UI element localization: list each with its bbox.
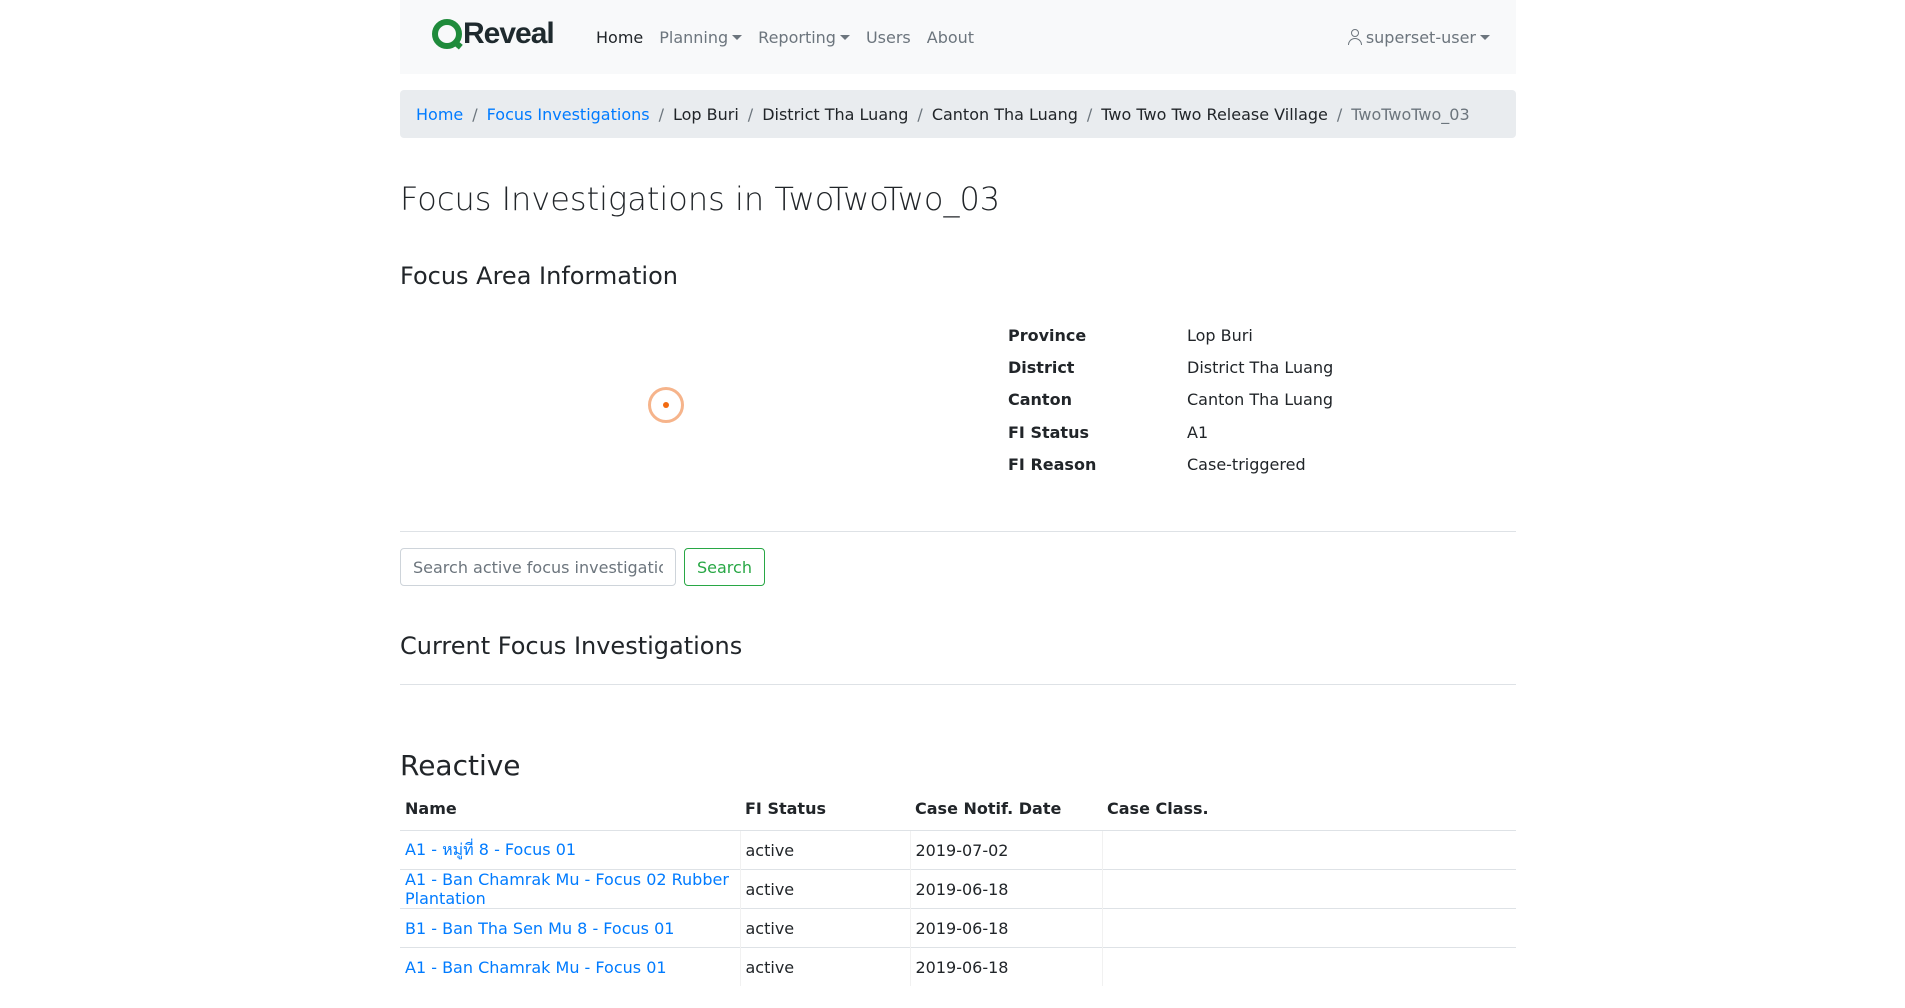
column-header-case-notif-date[interactable]: Case Notif. Date [910, 798, 1102, 831]
breadcrumb-province: Lop Buri [672, 104, 739, 124]
cell-date: 2019-06-18 [909, 947, 1102, 987]
cell-name: A1 - หมู่ที่ 8 - Focus 01 [400, 830, 740, 870]
top-navbar: Reveal Home Planning Reporting Users Abo… [400, 0, 1516, 74]
column-header-fi-status[interactable]: FI Status [740, 798, 910, 831]
cell-name: B1 - Ban Tha Sen Mu 8 - Focus 01 [400, 908, 740, 948]
nav-home[interactable]: Home [596, 28, 643, 47]
user-name: superset-user [1365, 27, 1476, 47]
nav-about-label: About [926, 27, 975, 47]
breadcrumb-separator: / [472, 104, 478, 124]
breadcrumb-separator: / [1086, 104, 1093, 124]
breadcrumb-separator: / [747, 104, 754, 124]
cell-status: active [739, 908, 910, 948]
cell-case-class [1101, 908, 1516, 948]
info-label: Canton [1008, 390, 1072, 410]
breadcrumb-separator: / [917, 104, 923, 124]
current-fi-title: Current Focus Investigations [400, 632, 1516, 686]
nav-home-label: Home [596, 27, 644, 47]
caret-down-icon [1480, 34, 1490, 40]
breadcrumb-canton: Canton Tha Luang [931, 104, 1078, 124]
info-label: District [1008, 358, 1075, 378]
brand-name: Reveal [463, 17, 555, 50]
table-header-row: Name FI Status Case Notif. Date Case Cla… [400, 798, 1516, 831]
column-header-case-class[interactable]: Case Class. [1102, 798, 1516, 831]
fi-link[interactable]: A1 - Ban Chamrak Mu - Focus 02 Rubber Pl… [405, 870, 729, 908]
nav-links: Home Planning Reporting Users About [596, 0, 990, 74]
fi-link[interactable]: A1 - หมู่ที่ 8 - Focus 01 [405, 840, 576, 859]
fi-link[interactable]: A1 - Ban Chamrak Mu - Focus 01 [405, 958, 667, 977]
brand-logo[interactable]: Reveal [432, 16, 555, 52]
column-header-name[interactable]: Name [400, 798, 740, 831]
table-row: B1 - Ban Tha Sen Mu 8 - Focus 01 active … [400, 908, 1516, 948]
cell-status: active [739, 869, 910, 909]
reactive-table: Name FI Status Case Notif. Date Case Cla… [400, 798, 1516, 987]
breadcrumb-separator: / [1336, 104, 1343, 124]
info-row-canton: Canton Canton Tha Luang [1008, 384, 1333, 416]
cell-status: active [739, 947, 910, 987]
focus-area-title: Focus Area Information [400, 262, 678, 291]
logo-q-icon [432, 19, 462, 49]
info-label: Province [1008, 325, 1087, 345]
breadcrumb-focus-investigations[interactable]: Focus Investigations [487, 105, 650, 124]
info-value: Lop Buri [1187, 325, 1253, 345]
search-form: Search [400, 548, 1516, 587]
cell-status: active [739, 830, 910, 870]
nav-planning-dropdown[interactable]: Planning [659, 27, 743, 47]
page-title: Focus Investigations in TwoTwoTwo_03 [400, 180, 1001, 218]
user-icon [1347, 29, 1362, 45]
table-row: A1 - หมู่ที่ 8 - Focus 01 active 2019-07… [400, 830, 1516, 870]
nav-about[interactable]: About [927, 28, 974, 47]
cell-date: 2019-06-18 [909, 908, 1102, 948]
breadcrumb: Home / Focus Investigations / Lop Buri /… [400, 90, 1516, 138]
breadcrumb-separator: / [658, 104, 664, 124]
cell-case-class [1101, 830, 1516, 870]
info-value: Case-triggered [1187, 455, 1306, 475]
info-value: A1 [1187, 422, 1209, 442]
cell-case-class [1101, 947, 1516, 987]
table-row: A1 - Ban Chamrak Mu - Focus 01 active 20… [400, 947, 1516, 987]
user-menu-dropdown[interactable]: superset-user [1347, 0, 1490, 74]
focus-area-info: Province Lop Buri District District Tha … [400, 291, 1516, 533]
nav-reporting-label: Reporting [758, 27, 836, 47]
cell-date: 2019-06-18 [909, 869, 1102, 909]
cell-date: 2019-07-02 [909, 830, 1102, 870]
cell-name: A1 - Ban Chamrak Mu - Focus 01 [400, 947, 740, 987]
focus-area-details: Province Lop Buri District District Tha … [1008, 319, 1333, 480]
breadcrumb-current: TwoTwoTwo_03 [1351, 104, 1470, 124]
nav-users[interactable]: Users [866, 28, 911, 47]
breadcrumb-home[interactable]: Home [416, 105, 463, 124]
map-marker-icon[interactable] [648, 387, 684, 424]
search-input[interactable] [400, 548, 676, 587]
info-value: Canton Tha Luang [1187, 390, 1334, 410]
nav-users-label: Users [865, 27, 911, 47]
info-label: FI Status [1008, 422, 1089, 442]
fi-link[interactable]: B1 - Ban Tha Sen Mu 8 - Focus 01 [405, 919, 674, 938]
cell-case-class [1101, 869, 1516, 909]
caret-down-icon [839, 34, 850, 40]
caret-down-icon [732, 34, 743, 40]
info-label: FI Reason [1008, 455, 1097, 475]
page-container: Reveal Home Planning Reporting Users Abo… [400, 0, 1516, 987]
nav-reporting-dropdown[interactable]: Reporting [758, 28, 850, 47]
table-row: A1 - Ban Chamrak Mu - Focus 02 Rubber Pl… [400, 869, 1516, 909]
info-value: District Tha Luang [1187, 358, 1334, 378]
info-row-province: Province Lop Buri [1008, 319, 1333, 351]
info-row-fi-status: FI Status A1 [1008, 416, 1333, 448]
nav-planning-label: Planning [659, 27, 729, 47]
search-button[interactable]: Search [684, 548, 765, 587]
cell-name: A1 - Ban Chamrak Mu - Focus 02 Rubber Pl… [400, 869, 740, 909]
breadcrumb-district: District Tha Luang [762, 104, 909, 124]
reactive-title: Reactive [400, 749, 521, 783]
info-row-fi-reason: FI Reason Case-triggered [1008, 448, 1333, 480]
info-row-district: District District Tha Luang [1008, 351, 1333, 383]
breadcrumb-village: Two Two Two Release Village [1101, 104, 1328, 124]
